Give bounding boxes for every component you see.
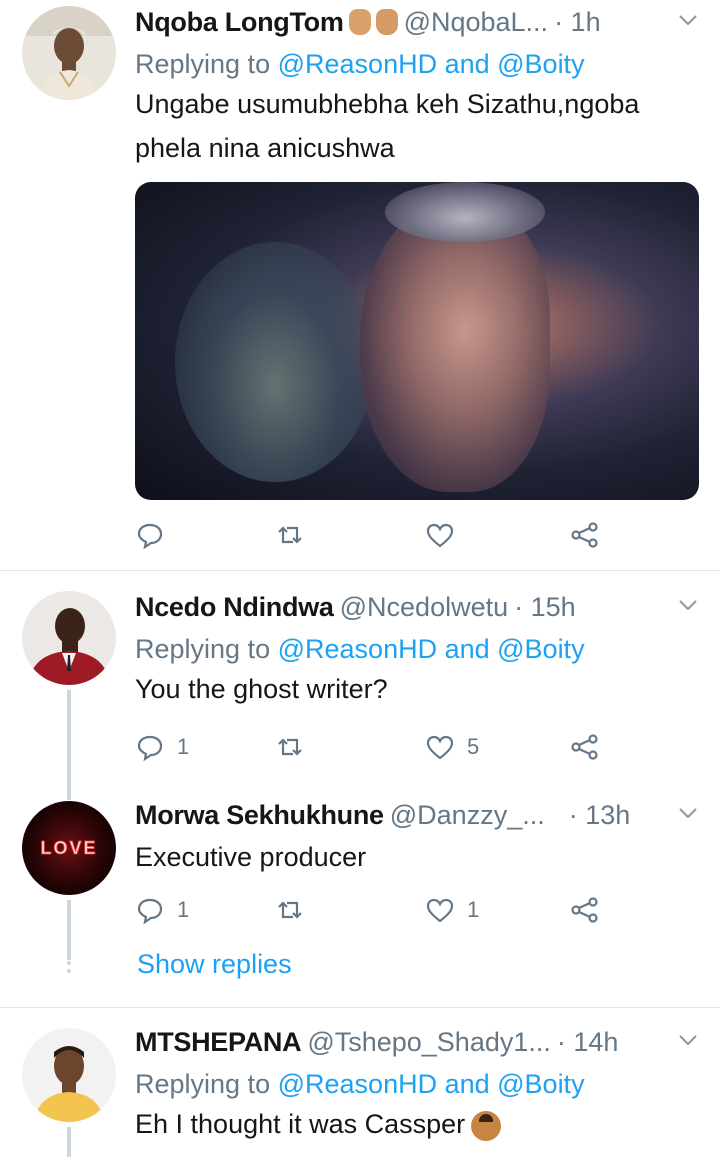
retweet-icon — [278, 738, 302, 756]
tweet-text: Executive producer — [135, 842, 367, 872]
share-icon — [571, 734, 598, 760]
retweet-button[interactable] — [275, 730, 305, 764]
replying-to: Replying to @ReasonHD and @Boity — [135, 46, 700, 82]
tweet-header: Morwa Sekhukhune @Danzzy_... · 13h — [135, 795, 700, 835]
share-button[interactable] — [570, 518, 600, 552]
like-count: 1 — [467, 897, 480, 922]
replying-prefix: Replying to — [135, 1069, 271, 1099]
tweet-header: MTSHEPANA @Tshepo_Shady1... · 14h — [135, 1022, 700, 1062]
user-handle[interactable]: @Ncedolwetu — [340, 592, 509, 623]
replying-to: Replying to @ReasonHD and @Boity — [135, 631, 700, 667]
heart-icon — [426, 735, 454, 760]
like-count: 5 — [467, 734, 480, 759]
rock-on-hand-icon — [348, 9, 371, 35]
timestamp[interactable]: · 13h — [569, 800, 631, 831]
tweet-text-content: Eh I thought it was Cassper — [135, 1109, 466, 1139]
tweet-media-image[interactable] — [135, 182, 699, 500]
tweet-actions: 1 5 — [135, 730, 615, 764]
thread-line — [67, 1127, 71, 1157]
like-button[interactable]: 1 — [425, 893, 479, 927]
tweet-actions — [135, 518, 615, 552]
share-button[interactable] — [570, 893, 600, 927]
tweet-text: Eh I thought it was Cassper — [135, 1102, 700, 1146]
reply-icon — [137, 735, 163, 762]
replying-prefix: Replying to — [135, 49, 271, 79]
replying-to: Replying to @ReasonHD and @Boity — [135, 1066, 700, 1102]
display-name[interactable]: MTSHEPANA — [135, 1027, 302, 1058]
chevron-down-icon[interactable] — [676, 593, 700, 617]
user-handle[interactable]: @Tshepo_Shady1... — [307, 1027, 551, 1058]
reply-count: 1 — [177, 734, 190, 759]
replying-prefix: Replying to — [135, 634, 271, 664]
tweet-text-line: Ungabe usumubhebha keh Sizathu,ngoba — [135, 89, 640, 119]
like-button[interactable]: 5 — [425, 730, 479, 764]
tweet-text: Ungabe usumubhebha keh Sizathu,ngoba phe… — [135, 82, 700, 170]
display-name[interactable]: Ncedo Ndindwa — [135, 592, 334, 623]
thread-line — [67, 900, 71, 960]
tweet[interactable]: Ncedo Ndindwa @Ncedolwetu · 15h Replying… — [0, 585, 720, 800]
like-button[interactable] — [425, 518, 467, 552]
replying-mentions-link[interactable]: @ReasonHD and @Boity — [278, 49, 585, 79]
person-shrugging-emoji — [471, 1110, 502, 1141]
share-icon — [571, 897, 598, 923]
user-handle[interactable]: @NqobaL... — [404, 7, 549, 38]
avatar[interactable]: LOVE — [22, 801, 116, 895]
share-icon — [571, 522, 598, 548]
reply-button[interactable]: 1 — [135, 730, 189, 764]
reply-button[interactable] — [135, 518, 177, 552]
tweet-header: Ncedo Ndindwa @Ncedolwetu · 15h — [135, 587, 700, 627]
avatar-love-text: LOVE — [40, 838, 97, 858]
chevron-down-icon[interactable] — [676, 801, 700, 825]
replying-mentions-link[interactable]: @ReasonHD and @Boity — [278, 1069, 585, 1099]
tweet-actions: 1 1 — [135, 893, 615, 927]
divider — [0, 570, 720, 571]
share-button[interactable] — [570, 730, 600, 764]
call-me-hand-icon — [375, 9, 398, 35]
timestamp[interactable]: · 14h — [557, 1027, 619, 1058]
tweet[interactable]: LOVE Morwa Sekhukhune @Danzzy_... · 13h … — [0, 795, 720, 1005]
divider — [0, 1007, 720, 1008]
display-name[interactable]: Nqoba LongTom — [135, 7, 344, 38]
heart-icon — [426, 898, 454, 923]
reply-icon — [137, 898, 163, 925]
chevron-down-icon[interactable] — [676, 8, 700, 32]
retweet-icon — [278, 526, 302, 544]
retweet-button[interactable] — [275, 518, 317, 552]
reply-button[interactable]: 1 — [135, 893, 189, 927]
thread-line — [67, 690, 71, 800]
timestamp[interactable]: · 1h — [554, 7, 601, 38]
timestamp[interactable]: · 15h — [514, 592, 576, 623]
avatar[interactable] — [22, 591, 116, 685]
tweet-text-line: phela nina anicushwa — [135, 133, 395, 163]
avatar[interactable] — [22, 6, 116, 100]
retweet-icon — [278, 901, 302, 919]
retweet-button[interactable] — [275, 893, 305, 927]
show-replies-link[interactable]: Show replies — [137, 949, 292, 980]
avatar[interactable] — [22, 1028, 116, 1122]
display-name[interactable]: Morwa Sekhukhune — [135, 800, 384, 831]
reply-icon — [137, 523, 163, 550]
tweet-header: Nqoba LongTom @NqobaL... · 1h — [135, 2, 700, 42]
chevron-down-icon[interactable] — [676, 1028, 700, 1052]
tweet-text: You the ghost writer? — [135, 674, 388, 704]
thread-dots — [66, 953, 72, 977]
tweet[interactable]: Nqoba LongTom @NqobaL... · 1h Replying t… — [0, 0, 720, 570]
reply-count: 1 — [177, 897, 190, 922]
tweet[interactable]: MTSHEPANA @Tshepo_Shady1... · 14h Replyi… — [0, 1022, 720, 1157]
replying-mentions-link[interactable]: @ReasonHD and @Boity — [278, 634, 585, 664]
user-handle[interactable]: @Danzzy_... — [390, 800, 545, 831]
heart-icon — [426, 523, 454, 548]
